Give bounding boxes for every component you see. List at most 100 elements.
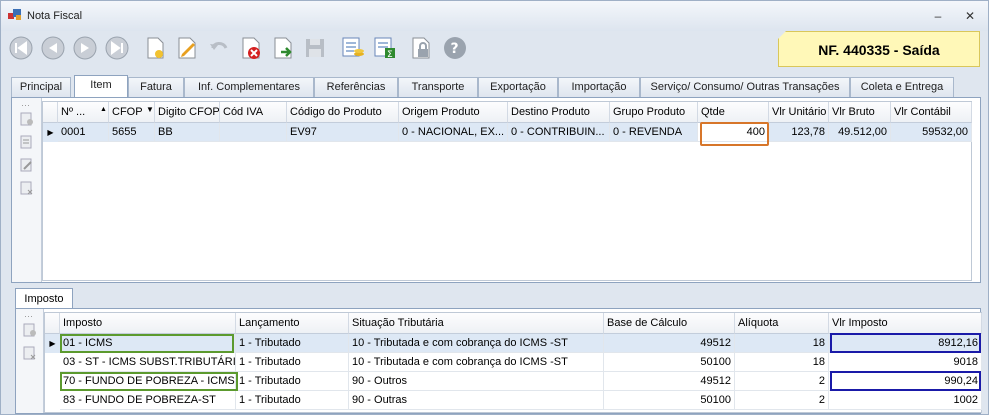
cell-situacao[interactable]: 90 - Outras [349,391,604,410]
close-button[interactable]: ✕ [961,9,979,23]
col-header-lancamento[interactable]: Lançamento [236,313,349,334]
tab-servico-consumo[interactable]: Serviço/ Consumo/ Outras Transações [640,77,850,98]
col-header-aliquota[interactable]: Alíquota [735,313,829,334]
cell-digito-cfop[interactable]: BB [155,123,220,142]
tab-fatura[interactable]: Fatura [128,77,184,98]
fundo-pobreza-highlight [60,372,238,391]
lock-icon[interactable] [407,34,435,62]
cell-codigo-produto[interactable]: EV97 [287,123,399,142]
cell-base-calculo[interactable]: 49512 [604,372,735,391]
cell-base-calculo[interactable]: 50100 [604,391,735,410]
cell-imposto[interactable]: 83 - FUNDO DE POBREZA-ST [60,391,236,410]
edit-icon[interactable] [173,34,201,62]
cell-lancamento[interactable]: 1 - Tributado [236,372,349,391]
edit-row-icon[interactable] [20,158,34,172]
tab-coleta-entrega[interactable]: Coleta e Entrega [850,77,954,98]
table-row[interactable]: ▶ 0001 5655 BB EV97 0 - NACIONAL, EX... … [43,123,972,142]
cell-aliquota[interactable]: 18 [735,353,829,372]
cell-lancamento[interactable]: 1 - Tributado [236,353,349,372]
cell-vlr-imposto[interactable]: 9018 [829,353,982,372]
delete-row-icon[interactable] [20,181,34,195]
cell-grupo-produto[interactable]: 0 - REVENDA [610,123,698,142]
col-header-origem-produto[interactable]: Origem Produto [399,102,508,123]
table-row[interactable]: 83 - FUNDO DE POBREZA-ST 1 - Tributado 9… [45,391,982,410]
tab-item[interactable]: Item [74,75,128,99]
tab-inf-complementares[interactable]: Inf. Complementares [184,77,314,98]
minimize-button[interactable]: ‒ [929,9,947,23]
cell-aliquota[interactable]: 18 [735,334,829,353]
previous-record-icon[interactable] [39,34,67,62]
grip-icon: ⋯ [24,311,33,321]
cell-imposto[interactable]: 03 - ST - ICMS SUBST.TRIBUTÁRIA [60,353,236,372]
new-document-icon[interactable] [141,34,169,62]
confirm-icon[interactable] [269,34,297,62]
tab-exportacao[interactable]: Exportação [478,77,558,98]
cell-vlr-imposto[interactable]: 1002 [829,391,982,410]
cell-aliquota[interactable]: 2 [735,391,829,410]
save-icon[interactable] [301,34,329,62]
cell-situacao[interactable]: 10 - Tributada e com cobrança do ICMS -S… [349,334,604,353]
col-header-imposto[interactable]: Imposto [60,313,236,334]
toolbar: Σ ? [5,31,765,67]
tab-importacao[interactable]: Importação [558,77,640,98]
first-record-icon[interactable] [7,34,35,62]
sort-asc-icon[interactable]: ▲ [100,106,107,113]
row-indicator-header [43,102,58,123]
cell-origem-produto[interactable]: 0 - NACIONAL, EX... [399,123,508,142]
col-header-situacao-tributaria[interactable]: Situação Tributária [349,313,604,334]
undo-icon[interactable] [205,34,233,62]
calculate-icon[interactable]: Σ [371,34,399,62]
cell-vlr-contabil[interactable]: 59532,00 [891,123,972,142]
help-icon[interactable]: ? [441,34,469,62]
cell-lancamento[interactable]: 1 - Tributado [236,334,349,353]
add-tax-icon[interactable] [23,323,37,337]
report-icon[interactable] [339,34,367,62]
cell-vlr-bruto[interactable]: 49.512,00 [829,123,891,142]
tab-principal[interactable]: Principal [11,77,71,98]
filter-icon[interactable]: ▼ [146,105,154,114]
col-header-grupo-produto[interactable]: Grupo Produto [610,102,698,123]
cell-base-calculo[interactable]: 50100 [604,353,735,372]
col-header-vlr-bruto[interactable]: Vlr Bruto [829,102,891,123]
icms-highlight [60,334,234,353]
cell-aliquota[interactable]: 2 [735,372,829,391]
nf-label: NF. 440335 - Saída [778,31,980,67]
cell-destino-produto[interactable]: 0 - CONTRIBUIN... [508,123,610,142]
svg-text:Σ: Σ [387,50,393,60]
vlr-fundo-pobreza-highlight [830,371,981,391]
col-header-cod-iva[interactable]: Cód IVA [220,102,287,123]
window-title: Nota Fiscal [27,10,83,22]
delete-icon[interactable] [237,34,265,62]
col-header-digito-cfop[interactable]: Digito CFOP [155,102,220,123]
cell-cod-iva[interactable] [220,123,287,142]
svg-text:?: ? [451,41,459,57]
list-icon[interactable] [20,135,34,149]
cell-vlr-unitario[interactable]: 123,78 [769,123,829,142]
item-sidebar: ⋯ [12,98,42,282]
table-row[interactable]: 03 - ST - ICMS SUBST.TRIBUTÁRIA 1 - Trib… [45,353,982,372]
tab-referencias[interactable]: Referências [314,77,398,98]
next-record-icon[interactable] [71,34,99,62]
cell-situacao[interactable]: 10 - Tributada e com cobrança do ICMS -S… [349,353,604,372]
cell-situacao[interactable]: 90 - Outros [349,372,604,391]
col-header-vlr-contabil[interactable]: Vlr Contábil [891,102,972,123]
col-header-vlr-imposto[interactable]: Vlr Imposto [829,313,982,334]
col-header-qtde[interactable]: Qtde [698,102,769,123]
cell-numero[interactable]: 0001 [58,123,109,142]
tab-imposto[interactable]: Imposto [15,288,73,309]
current-row-indicator-icon: ▶ [49,339,56,348]
delete-tax-icon[interactable] [23,346,37,360]
items-grid: Nº ... CFOP Digito CFOP Cód IVA Código d… [42,101,972,281]
main-tabs: Principal Item Fatura Inf. Complementare… [11,75,981,99]
add-row-icon[interactable] [20,112,34,126]
nota-fiscal-window: Nota Fiscal ‒ ✕ Σ ? NF. 440335 - Saída P… [0,0,989,415]
col-header-codigo-produto[interactable]: Código do Produto [287,102,399,123]
col-header-base-calculo[interactable]: Base de Cálculo [604,313,735,334]
last-record-icon[interactable] [103,34,131,62]
tab-transporte[interactable]: Transporte [398,77,478,98]
cell-lancamento[interactable]: 1 - Tributado [236,391,349,410]
col-header-vlr-unitario[interactable]: Vlr Unitário [769,102,829,123]
cell-base-calculo[interactable]: 49512 [604,334,735,353]
col-header-destino-produto[interactable]: Destino Produto [508,102,610,123]
cell-cfop[interactable]: 5655 [109,123,155,142]
